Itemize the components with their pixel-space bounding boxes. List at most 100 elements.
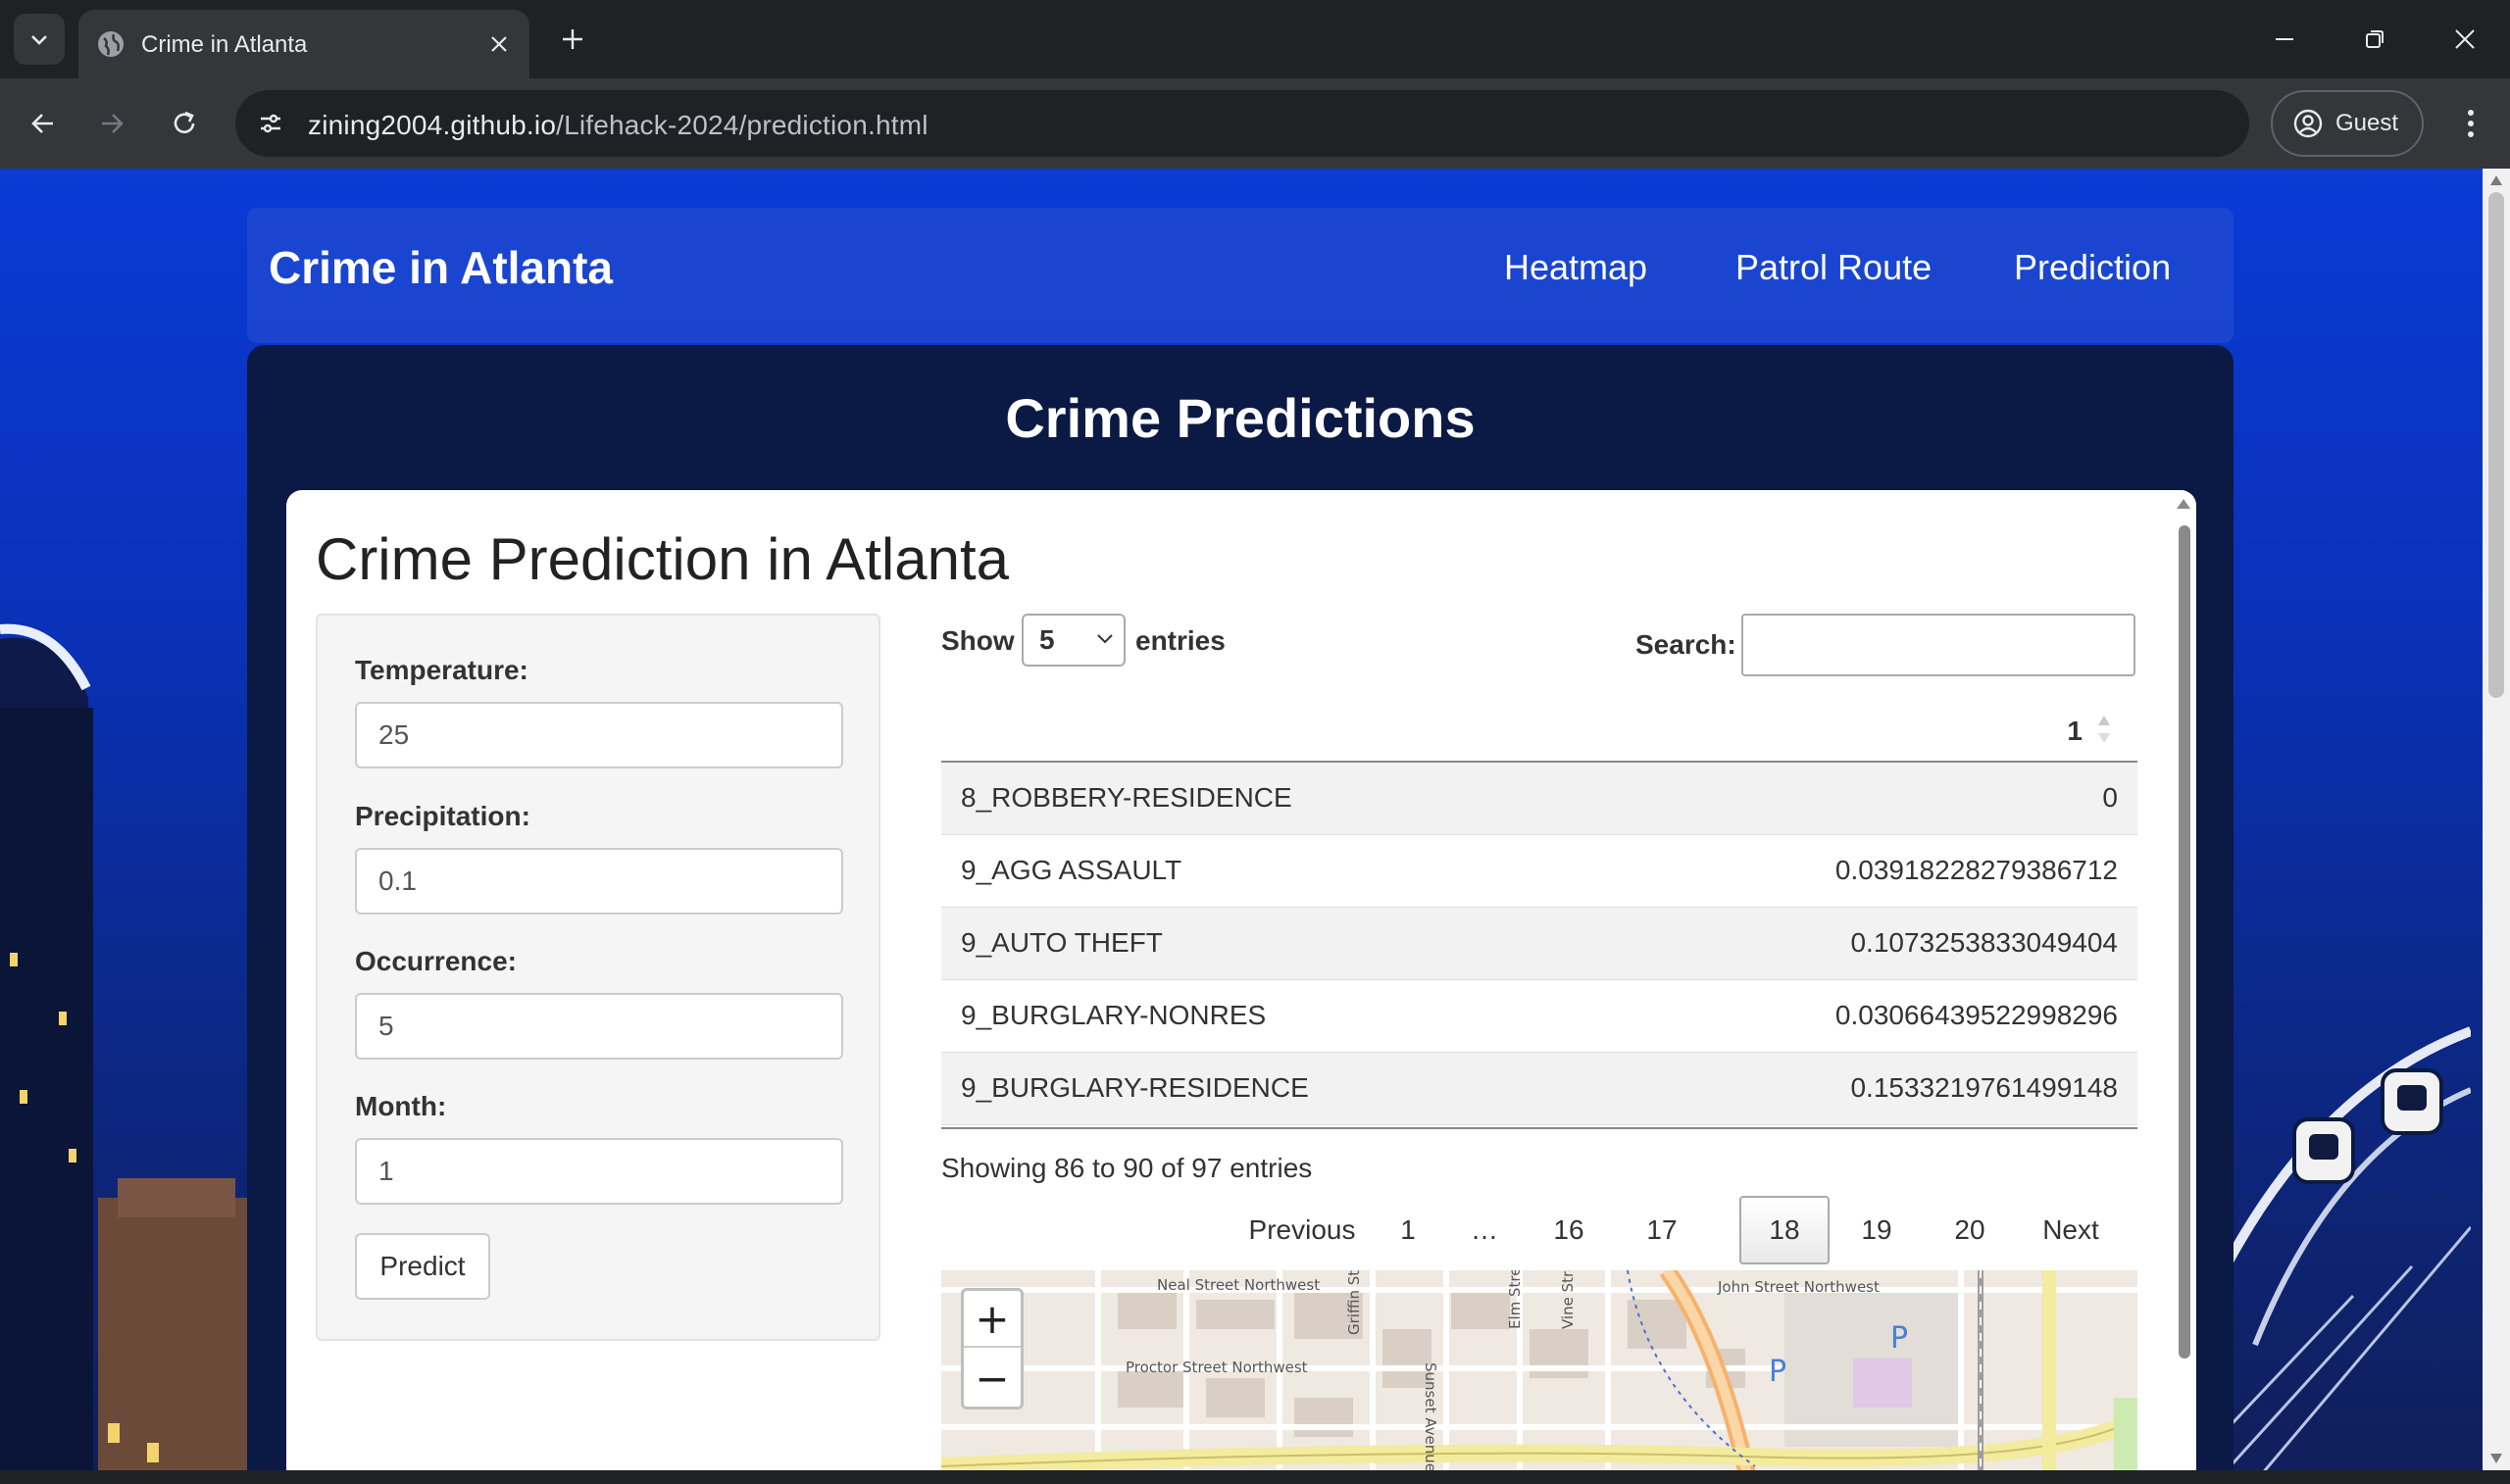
browser-tab-active[interactable]: Crime in Atlanta bbox=[78, 10, 529, 78]
tab-search-button[interactable] bbox=[14, 14, 65, 65]
url-host: zining2004.github.io bbox=[308, 110, 557, 140]
probability-cell: 0.03066439522998296 bbox=[1834, 1000, 2118, 1030]
profile-label: Guest bbox=[2335, 110, 2399, 136]
entries-label: entries bbox=[1135, 625, 1226, 656]
minimize-icon bbox=[2276, 38, 2293, 40]
parking-icon: P bbox=[1769, 1355, 1787, 1389]
pagination-ellipsis: … bbox=[1471, 1214, 1498, 1245]
temperature-input[interactable]: 25 bbox=[355, 702, 843, 768]
page-viewport: Crime in Atlanta Heatmap Patrol Route Pr… bbox=[0, 169, 2510, 1470]
zoom-out-button[interactable]: − bbox=[964, 1350, 1021, 1407]
crime-type-cell: 9_AUTO THEFT bbox=[961, 927, 1163, 958]
embed-scrollbar[interactable] bbox=[2171, 490, 2196, 1470]
url-text: zining2004.github.io/Lifehack-2024/predi… bbox=[308, 110, 929, 141]
column-header[interactable]: 1 bbox=[941, 698, 2137, 763]
arrow-left-icon bbox=[31, 114, 53, 133]
chevron-down-icon bbox=[31, 35, 47, 45]
restore-button[interactable] bbox=[2345, 14, 2404, 65]
table-row: 9_BURGLARY-NONRES 0.03066439522998296 bbox=[941, 980, 2137, 1053]
sort-icon bbox=[2098, 716, 2110, 743]
more-vert-icon bbox=[2468, 110, 2474, 137]
page-size-select[interactable]: 5 bbox=[1022, 614, 1126, 667]
browser-menu-button[interactable] bbox=[2447, 100, 2494, 147]
address-bar[interactable]: zining2004.github.io/Lifehack-2024/predi… bbox=[235, 90, 2249, 157]
embed-scrollbar-thumb[interactable] bbox=[2179, 525, 2190, 1359]
page-scrollbar[interactable] bbox=[2483, 169, 2510, 1470]
profile-button[interactable]: Guest bbox=[2271, 90, 2424, 157]
table-row: 9_AGG ASSAULT 0.03918228279386712 bbox=[941, 835, 2137, 908]
restore-icon bbox=[2366, 30, 2384, 48]
table-row: 9_BURGLARY-RESIDENCE 0.1533219761499148 bbox=[941, 1053, 2137, 1125]
reload-button[interactable] bbox=[161, 100, 208, 147]
url-path: /Lifehack-2024/prediction.html bbox=[556, 110, 929, 140]
probability-cell: 0.1073253833049404 bbox=[1850, 927, 2118, 958]
scroll-down-arrow-icon[interactable] bbox=[2489, 1453, 2503, 1464]
minimize-button[interactable] bbox=[2255, 14, 2314, 65]
probability-cell: 0.1533219761499148 bbox=[1850, 1072, 2118, 1103]
street-label: Sunset Avenue bbox=[1422, 1362, 1439, 1470]
pagination-page-18-current[interactable]: 18 bbox=[1739, 1196, 1830, 1264]
temperature-label: Temperature: bbox=[355, 655, 528, 685]
table-row: 8_ROBBERY-RESIDENCE 0 bbox=[941, 763, 2137, 835]
back-button[interactable] bbox=[20, 100, 67, 147]
section-title: Crime Predictions bbox=[1005, 387, 1476, 449]
browser-tab-strip: Crime in Atlanta bbox=[0, 0, 2510, 78]
occurrence-input[interactable]: 5 bbox=[355, 993, 843, 1060]
precipitation-input[interactable]: 0.1 bbox=[355, 848, 843, 915]
page-size-value: 5 bbox=[1039, 624, 1055, 655]
forward-button[interactable] bbox=[88, 100, 135, 147]
pagination-page-17[interactable]: 17 bbox=[1616, 1196, 1708, 1264]
crime-type-cell: 9_BURGLARY-RESIDENCE bbox=[961, 1072, 1309, 1103]
map-zoom-control: + − bbox=[961, 1288, 1024, 1410]
chevron-down-icon bbox=[1097, 634, 1113, 644]
pagination-page-16[interactable]: 16 bbox=[1522, 1196, 1616, 1264]
close-icon bbox=[491, 36, 507, 52]
close-window-button[interactable] bbox=[2435, 14, 2494, 65]
zoom-in-button[interactable]: + bbox=[964, 1291, 1021, 1348]
search-input[interactable] bbox=[1741, 614, 2135, 676]
prediction-form: Temperature: 25 Precipitation: 0.1 Occur… bbox=[316, 614, 880, 1341]
site-info-button[interactable] bbox=[251, 104, 290, 143]
nav-link-heatmap[interactable]: Heatmap bbox=[1504, 247, 1647, 288]
crime-type-cell: 8_ROBBERY-RESIDENCE bbox=[961, 782, 1292, 813]
new-tab-button[interactable] bbox=[551, 18, 594, 61]
tune-icon bbox=[261, 114, 280, 133]
month-input[interactable]: 1 bbox=[355, 1138, 843, 1205]
predict-button[interactable]: Predict bbox=[355, 1233, 490, 1300]
pagination-page-1[interactable]: 1 bbox=[1369, 1196, 1447, 1264]
pagination-next[interactable]: Next bbox=[2016, 1196, 2126, 1264]
skyline-background-image bbox=[0, 623, 255, 1470]
column-header-label: 1 bbox=[2067, 716, 2083, 746]
show-label: Show bbox=[941, 625, 1015, 656]
plus-icon bbox=[563, 29, 582, 49]
page-scrollbar-thumb[interactable] bbox=[2488, 192, 2504, 698]
occurrence-label: Occurrence: bbox=[355, 946, 517, 976]
window-bottom-edge bbox=[0, 1470, 2510, 1484]
probability-cell: 0.03918228279386712 bbox=[1834, 855, 2118, 885]
site-brand[interactable]: Crime in Atlanta bbox=[269, 241, 613, 294]
arrow-right-icon bbox=[102, 114, 124, 133]
street-label: Elm Street Northwest bbox=[1506, 1270, 1524, 1329]
street-label: Griffin Street Northwest bbox=[1345, 1270, 1363, 1335]
table-bottom-border bbox=[941, 1127, 2137, 1129]
pagination-page-20[interactable]: 20 bbox=[1924, 1196, 2016, 1264]
pagination: Previous 1 … 16 17 18 19 20 Next bbox=[941, 1196, 2137, 1266]
pagination-previous[interactable]: Previous bbox=[1235, 1196, 1369, 1264]
globe-icon bbox=[98, 31, 124, 57]
search-label: Search: bbox=[1635, 629, 1736, 660]
pagination-page-19[interactable]: 19 bbox=[1830, 1196, 1924, 1264]
nav-link-patrol-route[interactable]: Patrol Route bbox=[1735, 247, 1932, 288]
reload-icon bbox=[174, 111, 195, 133]
tab-close-button[interactable] bbox=[480, 25, 518, 63]
crime-type-cell: 9_AGG ASSAULT bbox=[961, 855, 1182, 885]
browser-toolbar: zining2004.github.io/Lifehack-2024/predi… bbox=[0, 78, 2510, 169]
prediction-embed-frame: Crime Prediction in Atlanta Temperature:… bbox=[286, 490, 2196, 1470]
street-label: Vine Street North bbox=[1559, 1270, 1577, 1329]
nav-link-prediction[interactable]: Prediction bbox=[2014, 247, 2171, 288]
predictions-section: Crime Predictions Crime Prediction in At… bbox=[247, 345, 2234, 1470]
probability-cell: 0 bbox=[2102, 782, 2118, 813]
crime-map[interactable]: Neal Street Northwest John Street Northw… bbox=[941, 1270, 2137, 1470]
page-heading: Crime Prediction in Atlanta bbox=[316, 526, 1009, 592]
account-circle-icon bbox=[2293, 109, 2323, 138]
scroll-up-arrow-icon[interactable] bbox=[2489, 174, 2503, 186]
